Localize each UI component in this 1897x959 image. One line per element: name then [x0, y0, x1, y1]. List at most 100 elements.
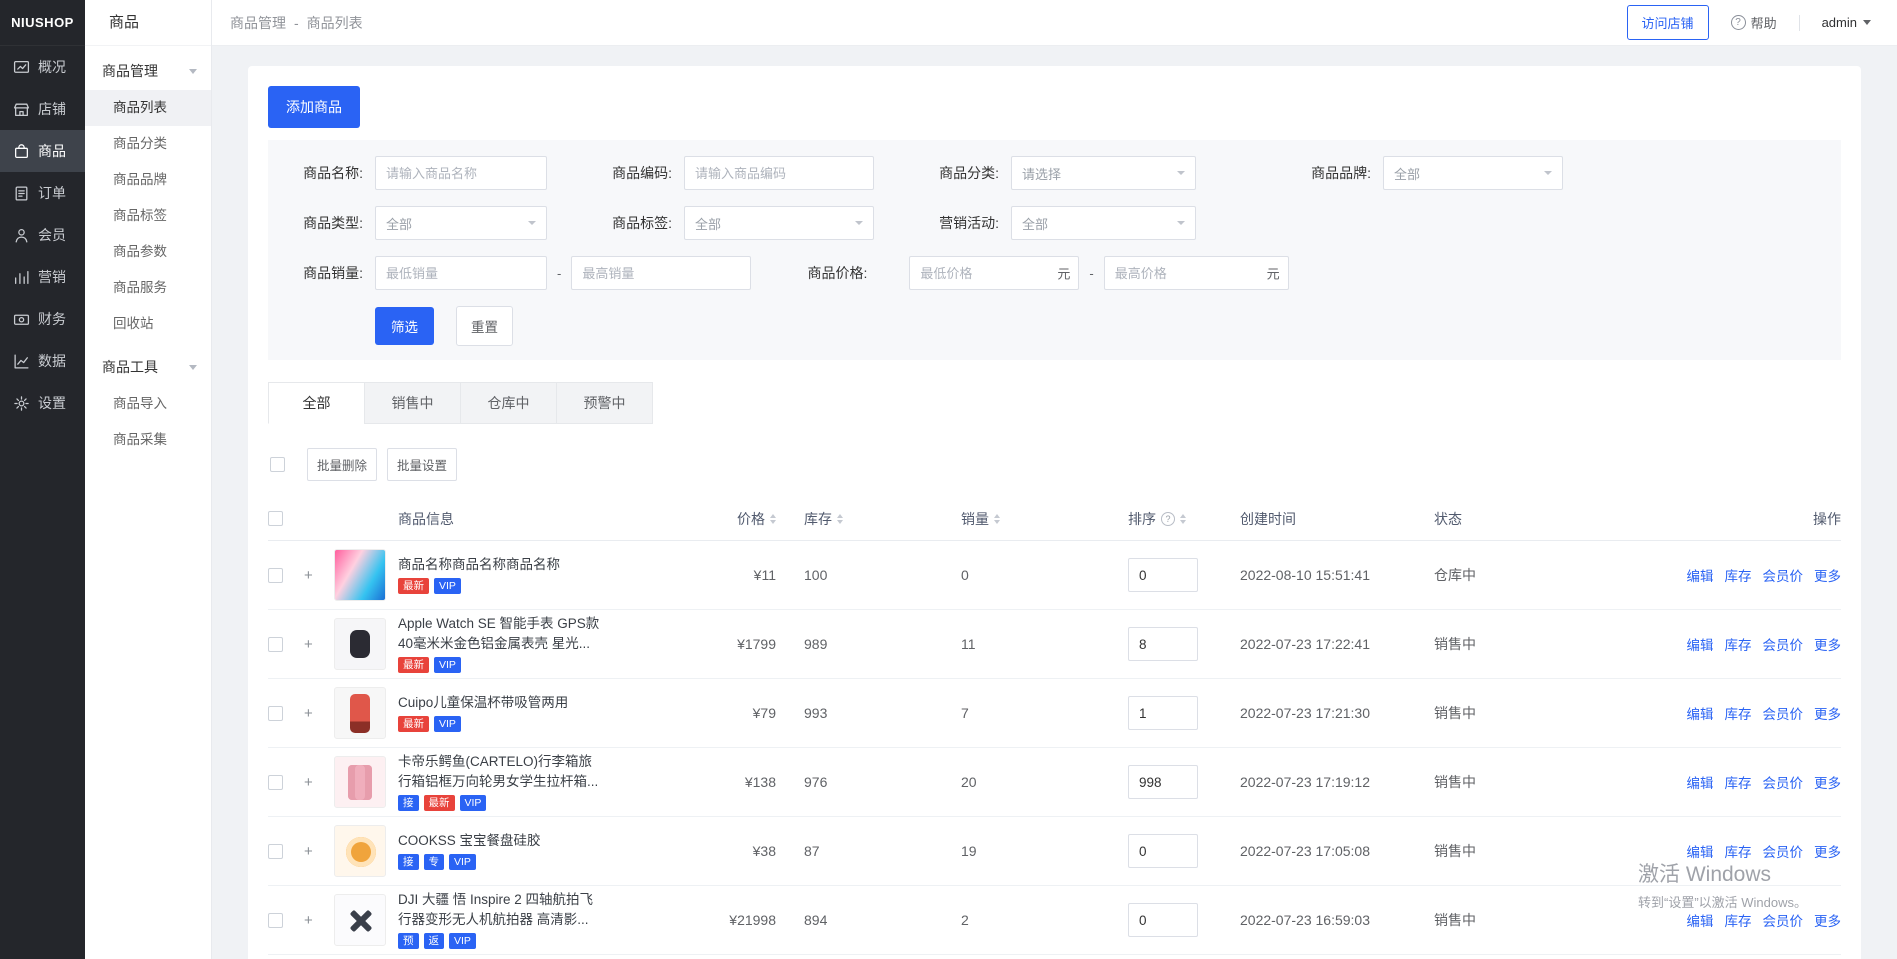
row-expand-toggle[interactable]: + — [304, 636, 334, 653]
row-expand-toggle[interactable]: + — [304, 774, 334, 791]
row-expand-toggle[interactable]: + — [304, 567, 334, 584]
activity-select[interactable]: 全部 — [1011, 206, 1196, 240]
member-price-link[interactable]: 会员价 — [1763, 703, 1804, 723]
edit-link[interactable]: 编辑 — [1687, 841, 1714, 861]
more-link[interactable]: 更多 — [1814, 703, 1841, 723]
chevron-down-icon — [1863, 20, 1871, 25]
tab-on-sale[interactable]: 销售中 — [364, 382, 461, 424]
select-all-checkbox[interactable] — [270, 457, 285, 472]
product-code-input[interactable] — [684, 156, 874, 190]
more-link[interactable]: 更多 — [1814, 841, 1841, 861]
brand-select[interactable]: 全部 — [1383, 156, 1563, 190]
submenu-item-goods-category[interactable]: 商品分类 — [85, 126, 211, 162]
stock-link[interactable]: 库存 — [1725, 772, 1752, 792]
select-value: 全部 — [386, 214, 412, 233]
submenu-group-goods-manage[interactable]: 商品管理 — [85, 52, 211, 90]
sidebar-item-label: 订单 — [38, 183, 66, 203]
submenu-item-goods-brand[interactable]: 商品品牌 — [85, 162, 211, 198]
column-header-sort[interactable]: 排序 ? — [1096, 509, 1221, 529]
member-price-link[interactable]: 会员价 — [1763, 634, 1804, 654]
stock-link[interactable]: 库存 — [1725, 910, 1752, 930]
edit-link[interactable]: 编辑 — [1687, 910, 1714, 930]
bulk-set-button[interactable]: 批量设置 — [387, 448, 457, 481]
help-button[interactable]: ? 帮助 — [1731, 13, 1777, 32]
row-checkbox[interactable] — [268, 775, 283, 790]
sidebar-item-data[interactable]: 数据 — [0, 340, 85, 382]
price-max-input[interactable] — [1104, 256, 1289, 290]
sidebar-item-finance[interactable]: 财务 — [0, 298, 85, 340]
submenu-item-goods-label[interactable]: 商品标签 — [85, 198, 211, 234]
submenu-item-goods-import[interactable]: 商品导入 — [85, 386, 211, 422]
member-price-link[interactable]: 会员价 — [1763, 772, 1804, 792]
product-name-input[interactable] — [375, 156, 547, 190]
sort-input[interactable] — [1128, 558, 1198, 592]
sidebar-item-overview[interactable]: 概况 — [0, 46, 85, 88]
more-link[interactable]: 更多 — [1814, 910, 1841, 930]
sort-input[interactable] — [1128, 903, 1198, 937]
submenu-item-goods-list[interactable]: 商品列表 — [85, 90, 211, 126]
sidebar-item-marketing[interactable]: 营销 — [0, 256, 85, 298]
row-checkbox[interactable] — [268, 913, 283, 928]
sidebar-item-members[interactable]: 会员 — [0, 214, 85, 256]
submenu-item-goods-collect[interactable]: 商品采集 — [85, 422, 211, 458]
sales-max-input[interactable] — [571, 256, 751, 290]
edit-link[interactable]: 编辑 — [1687, 565, 1714, 585]
price-cell: ¥79 — [686, 705, 776, 721]
filter-submit-button[interactable]: 筛选 — [375, 307, 434, 345]
stock-link[interactable]: 库存 — [1725, 565, 1752, 585]
row-checkbox[interactable] — [268, 706, 283, 721]
row-expand-toggle[interactable]: + — [304, 843, 334, 860]
sort-input[interactable] — [1128, 765, 1198, 799]
stock-link[interactable]: 库存 — [1725, 634, 1752, 654]
user-menu[interactable]: admin — [1822, 15, 1871, 30]
member-price-link[interactable]: 会员价 — [1763, 841, 1804, 861]
more-link[interactable]: 更多 — [1814, 772, 1841, 792]
sort-input[interactable] — [1128, 834, 1198, 868]
edit-link[interactable]: 编辑 — [1687, 772, 1714, 792]
price-min-input[interactable] — [909, 256, 1079, 290]
submenu-item-goods-params[interactable]: 商品参数 — [85, 234, 211, 270]
submenu-item-goods-service[interactable]: 商品服务 — [85, 270, 211, 306]
product-text: Cuipo儿童保温杯带吸管两用 最新 VIP — [398, 694, 568, 733]
column-header-sales[interactable]: 销量 — [931, 509, 1096, 529]
tab-alert[interactable]: 预警中 — [556, 382, 653, 424]
member-price-link[interactable]: 会员价 — [1763, 910, 1804, 930]
category-select[interactable]: 请选择 — [1011, 156, 1196, 190]
tab-all[interactable]: 全部 — [268, 382, 365, 424]
type-select[interactable]: 全部 — [375, 206, 547, 240]
tag-select[interactable]: 全部 — [684, 206, 874, 240]
sort-input[interactable] — [1128, 627, 1198, 661]
member-price-link[interactable]: 会员价 — [1763, 565, 1804, 585]
edit-link[interactable]: 编辑 — [1687, 634, 1714, 654]
sidebar-item-shop[interactable]: 店铺 — [0, 88, 85, 130]
more-link[interactable]: 更多 — [1814, 565, 1841, 585]
tab-in-warehouse[interactable]: 仓库中 — [460, 382, 557, 424]
add-product-button[interactable]: 添加商品 — [268, 86, 360, 128]
edit-link[interactable]: 编辑 — [1687, 703, 1714, 723]
chevron-down-icon — [189, 69, 197, 74]
more-link[interactable]: 更多 — [1814, 634, 1841, 654]
stock-link[interactable]: 库存 — [1725, 841, 1752, 861]
sidebar-item-goods[interactable]: 商品 — [0, 130, 85, 172]
submenu-item-recycle-bin[interactable]: 回收站 — [85, 306, 211, 342]
column-header-stock[interactable]: 库存 — [776, 509, 931, 529]
row-checkbox[interactable] — [268, 844, 283, 859]
row-checkbox[interactable] — [268, 568, 283, 583]
row-expand-toggle[interactable]: + — [304, 705, 334, 722]
filter-reset-button[interactable]: 重置 — [456, 306, 513, 346]
visit-shop-button[interactable]: 访问店铺 — [1627, 5, 1709, 40]
yuan-suffix: 元 — [1057, 264, 1070, 283]
bulk-delete-button[interactable]: 批量删除 — [307, 448, 377, 481]
row-expand-toggle[interactable]: + — [304, 912, 334, 929]
column-header-price[interactable]: 价格 — [686, 509, 776, 529]
sidebar-item-orders[interactable]: 订单 — [0, 172, 85, 214]
table-header: 商品信息 价格 库存 销量 排序 ? — [268, 497, 1841, 541]
sort-input[interactable] — [1128, 696, 1198, 730]
sidebar-item-settings[interactable]: 设置 — [0, 382, 85, 424]
sales-min-input[interactable] — [375, 256, 547, 290]
select-all-checkbox[interactable] — [268, 511, 283, 526]
breadcrumb-parent[interactable]: 商品管理 — [230, 13, 286, 33]
row-checkbox[interactable] — [268, 637, 283, 652]
submenu-group-goods-tools[interactable]: 商品工具 — [85, 348, 211, 386]
stock-link[interactable]: 库存 — [1725, 703, 1752, 723]
